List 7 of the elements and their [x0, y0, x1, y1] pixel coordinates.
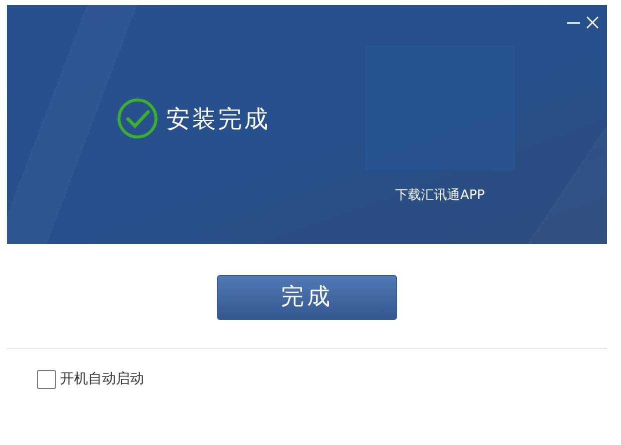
- close-icon[interactable]: [585, 15, 600, 30]
- autostart-label: 开机自动启动: [60, 370, 144, 389]
- finish-button[interactable]: 完成: [217, 275, 397, 320]
- download-app-caption: 下载汇讯通APP: [395, 187, 485, 205]
- install-complete-title: 安装完成: [166, 104, 270, 134]
- autostart-checkbox[interactable]: [37, 370, 56, 389]
- success-check-icon: [117, 98, 158, 139]
